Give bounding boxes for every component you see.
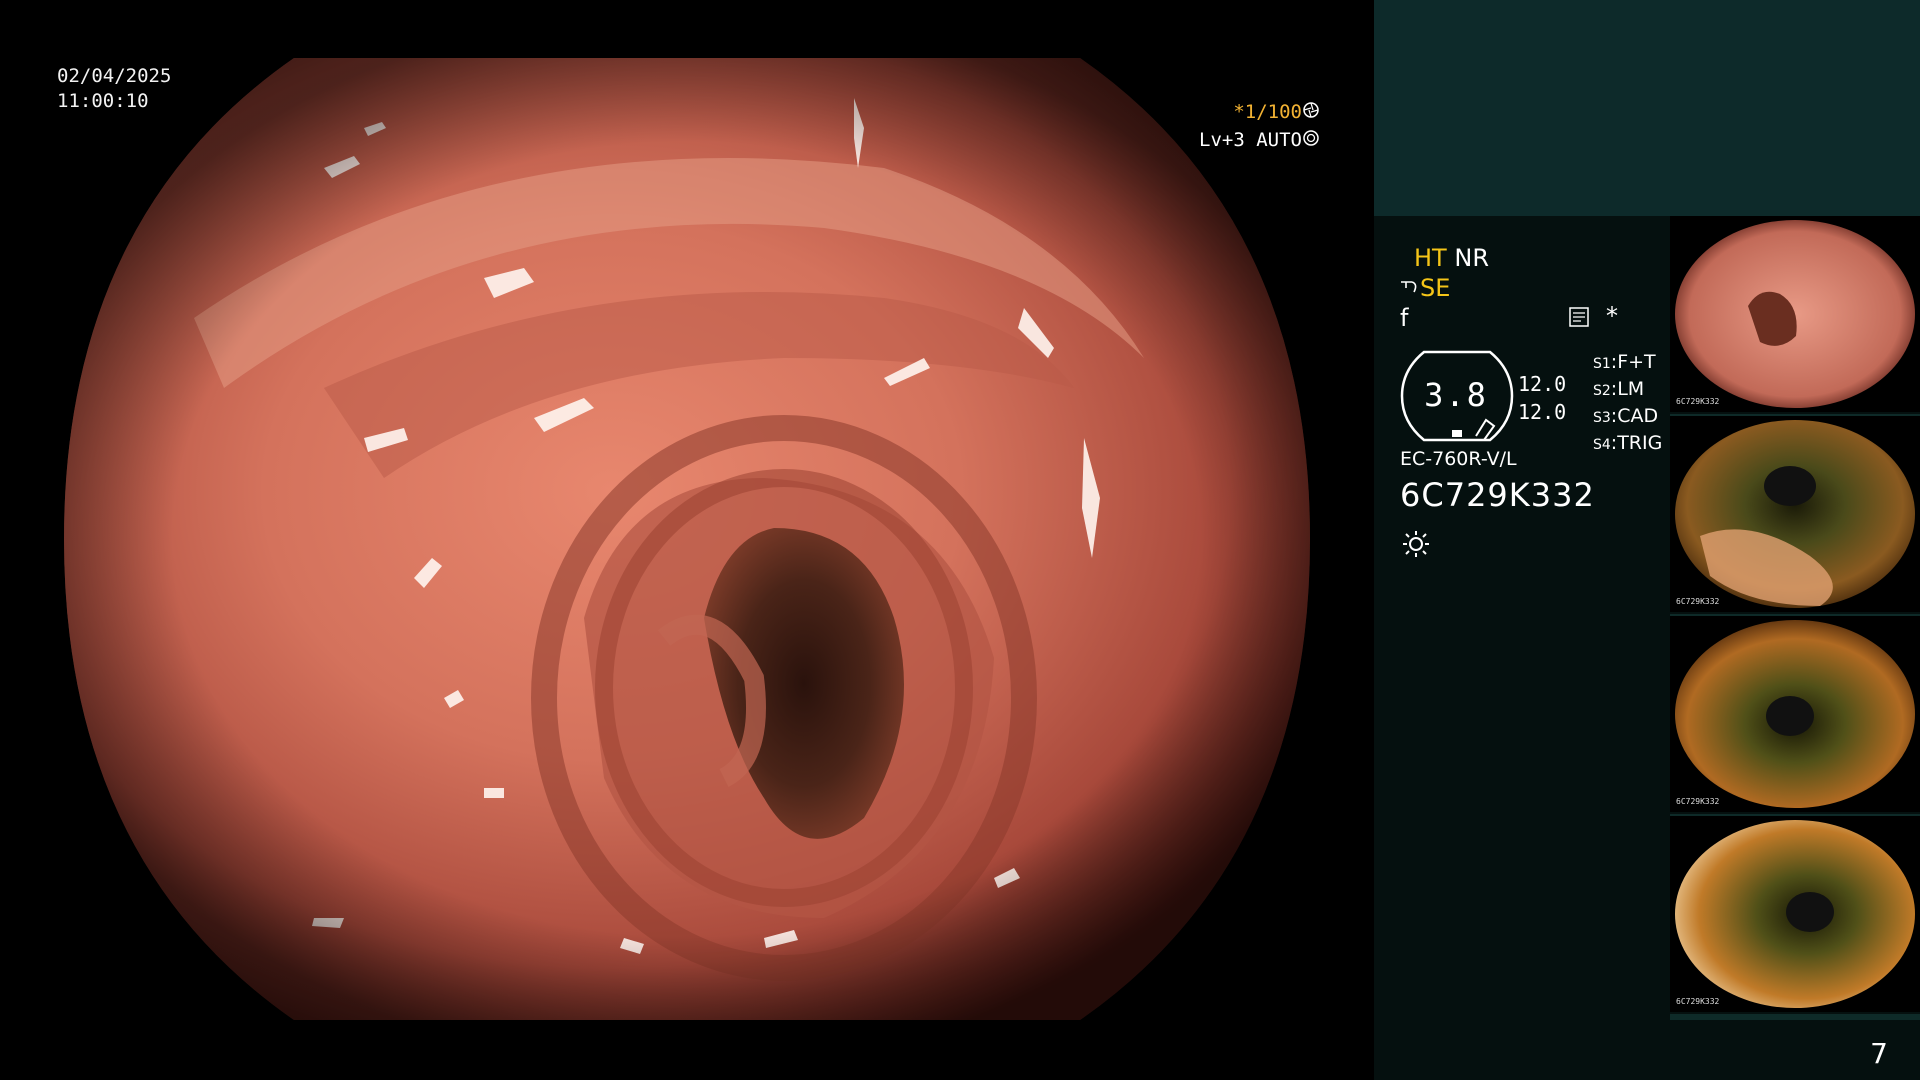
switch-s3: S3:CAD (1593, 405, 1659, 427)
capture-thumbnails: 6C729K332 6C729K332 6C729K332 6C729K332 (1670, 216, 1920, 1020)
iris-icon (1302, 126, 1320, 154)
scope-tip-icon (1400, 274, 1420, 302)
exam-date: 02/04/2025 (57, 65, 172, 87)
numeric-readouts: 12.0 12.0 (1518, 370, 1566, 426)
image-mode-line: HT NR (1400, 244, 1489, 272)
ht-indicator: HT (1414, 244, 1447, 272)
structure-enhance-line: SE (1400, 274, 1450, 302)
side-panel: HT NR SE f * 3.8 12.0 12.0 S1:F+T S2:LM … (1374, 0, 1920, 1080)
aperture-icon (1302, 98, 1320, 126)
readout-1: 12.0 (1518, 372, 1567, 396)
switch-assignments: S1:F+T S2:LM S3:CAD S4:TRIG (1593, 350, 1662, 458)
scope-serial: 6C729K332 (1400, 476, 1595, 514)
thumbnail-1[interactable]: 6C729K332 (1670, 216, 1920, 420)
readout-2: 12.0 (1518, 400, 1567, 424)
thumbnail-2[interactable]: 6C729K332 (1670, 416, 1920, 620)
thumbnail-4[interactable]: 6C729K332 (1670, 816, 1920, 1020)
nr-indicator: NR (1454, 244, 1489, 272)
thumbnail-3[interactable]: 6C729K332 (1670, 616, 1920, 820)
thumbnail-label: 6C729K332 (1676, 397, 1720, 406)
light-source-icon (1403, 531, 1429, 557)
memo-icon (1568, 306, 1590, 328)
page-number: 7 (1870, 1037, 1888, 1070)
exposure-overlay: *1/100 Lv+3 AUTO (1199, 98, 1320, 154)
shutter-speed: *1/100 (1233, 101, 1302, 123)
f-symbol: f (1400, 304, 1409, 332)
endoscope-main-view: 02/04/2025 11:00:10 *1/100 Lv+3 AUTO (0, 0, 1374, 1080)
thumbnail-label: 6C729K332 (1676, 597, 1720, 606)
light-level: Lv+3 AUTO (1199, 129, 1302, 151)
scope-model: EC-760R-V/L (1400, 448, 1517, 470)
thumbnail-label: 6C729K332 (1676, 797, 1720, 806)
se-indicator: SE (1420, 274, 1451, 302)
thumbnail-label: 6C729K332 (1676, 997, 1720, 1006)
switch-s1: S1:F+T (1593, 351, 1656, 373)
processor-status: HT NR SE f * 3.8 12.0 12.0 S1:F+T S2:LM … (1400, 240, 1670, 560)
exam-time: 11:00:10 (57, 90, 149, 112)
side-panel-header (1374, 0, 1920, 216)
switch-s4: S4:TRIG (1593, 432, 1663, 454)
zoom-value: 3.8 (1424, 376, 1488, 414)
date-time-overlay: 02/04/2025 11:00:10 (57, 64, 171, 114)
endoscope-live-image (64, 58, 1310, 1020)
asterisk-indicator: * (1606, 302, 1618, 330)
switch-s2: S2:LM (1593, 378, 1645, 400)
